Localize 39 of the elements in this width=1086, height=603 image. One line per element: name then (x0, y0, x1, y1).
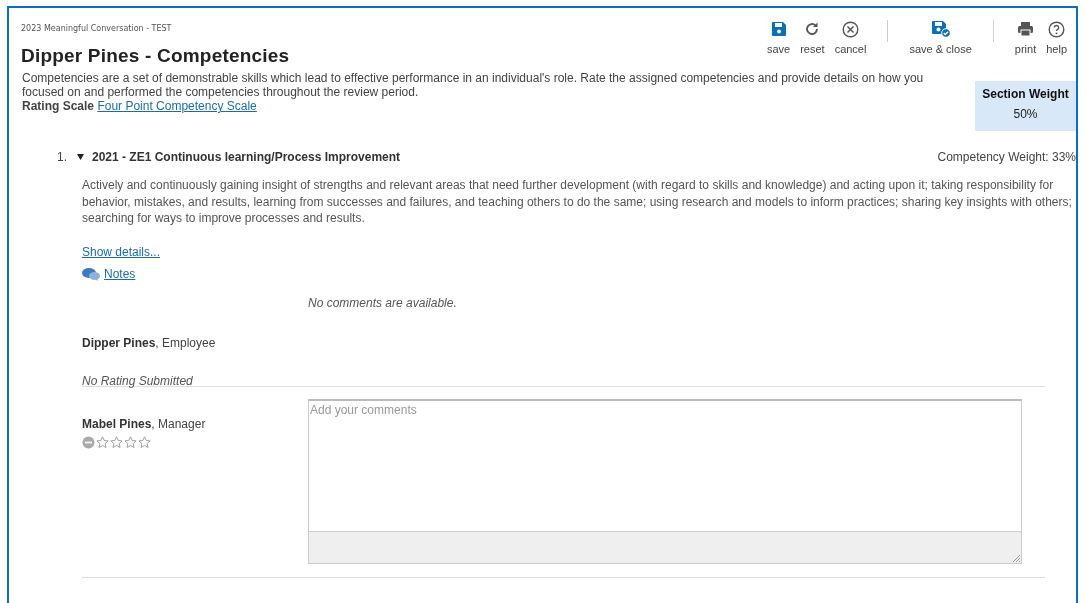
caret-icon (77, 154, 84, 160)
print-button[interactable]: print (1011, 20, 1040, 55)
section-weight-label: Section Weight (982, 87, 1069, 101)
speech-bubbles-icon (82, 266, 100, 281)
reset-icon (804, 21, 821, 37)
competency-weight: Competency Weight: 33% (937, 150, 1076, 164)
save-icon (770, 21, 787, 37)
save-button[interactable]: save (763, 20, 794, 55)
star-icon[interactable] (96, 435, 109, 449)
help-icon (1048, 20, 1066, 38)
collapse-toggle[interactable] (77, 152, 84, 162)
show-details-link[interactable]: Show details... (82, 244, 161, 259)
resize-handle-icon[interactable] (1012, 553, 1021, 563)
intro-text: Competencies are a set of demonstrable skills which lead to effective performance in an individual's role. Rate the assigned competencies and provide details on how you focused on and performed the competencies throughout the review period. (22, 71, 925, 99)
cancel-button[interactable]: cancel (831, 20, 870, 55)
star-icon[interactable] (124, 435, 137, 449)
comment-text: No comments are available. (308, 295, 458, 312)
rating-scale-label: Rating Scale (22, 99, 95, 113)
rating-scale-link[interactable]: Four Point Competency Scale (97, 99, 257, 113)
form-name: 2023 Meaningful Conversation - TEST (21, 24, 173, 33)
reset-button[interactable]: reset (797, 20, 828, 55)
star-icon[interactable] (110, 435, 123, 449)
save-close-button[interactable]: save & close (906, 20, 975, 55)
reviewer-name: Mabel Pines, Manager (82, 416, 207, 431)
save-check-icon (930, 20, 951, 38)
rating-status: No Rating Submitted (82, 373, 194, 388)
clear-rating-icon[interactable] (82, 435, 95, 449)
item-number: 1. (57, 150, 68, 164)
star-rating[interactable] (96, 435, 151, 449)
reviewer-name: Dipper Pines, Employee (82, 335, 217, 350)
printer-icon (1017, 21, 1034, 37)
notes-link[interactable]: Notes (104, 266, 136, 281)
star-icon[interactable] (138, 435, 151, 449)
help-button[interactable]: help (1043, 20, 1070, 55)
cancel-icon (842, 20, 859, 38)
competency-description: Actively and continuously gaining insight of strengths and relevant areas that need further development (with regard to skills and knowledge) and acting upon it; taking responsibility for behavior, mistakes, and results, learning from successes and failures, and teaching others to do the same; using research and models to inform practices; sharing key insights with others; searching for ways to improve processes and results. (82, 177, 1073, 227)
competency-name: 2021 - ZE1 Continuous learning/Process Improvement (92, 150, 401, 164)
page-title: Dipper Pines - Competencies (21, 45, 290, 67)
section-weight-value: 50% (1013, 107, 1038, 121)
